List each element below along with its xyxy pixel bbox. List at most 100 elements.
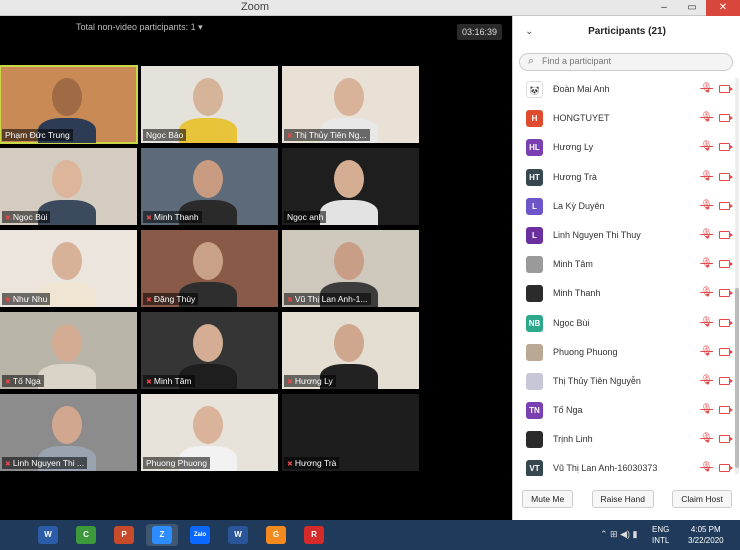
taskbar-app-icon[interactable]: W xyxy=(32,524,64,546)
participant-list-scrollbar[interactable] xyxy=(735,78,739,474)
participant-video-face xyxy=(334,324,364,362)
participants-header: ⌄ Participants (21) xyxy=(513,16,740,48)
windows-taskbar: W C P Z Zalo W G R ⌃ ⊞ ◀) ▮ ENG INTL 4:05 PM 3/… xyxy=(0,520,740,550)
participant-row[interactable]: NB Ngọc Bùi 🎙 xyxy=(513,310,735,339)
participant-row[interactable]: Phuong Phuong 🎙 xyxy=(513,339,735,368)
video-tile[interactable]: Ngọc anh xyxy=(282,148,419,225)
video-off-icon[interactable] xyxy=(719,376,733,385)
video-tile[interactable]: ✖ Hương Trà xyxy=(282,394,419,471)
muted-mic-icon[interactable]: 🎙 xyxy=(700,375,713,386)
muted-mic-icon[interactable]: 🎙 xyxy=(700,462,713,473)
taskbar-app-icon[interactable]: Z xyxy=(146,524,178,546)
video-tile[interactable]: ✖ Tố Nga xyxy=(0,312,137,389)
minimize-button[interactable]: – xyxy=(650,0,678,16)
video-tile[interactable]: Phuong Phuong xyxy=(141,394,278,471)
muted-mic-icon[interactable]: 🎙 xyxy=(700,258,713,269)
participant-row[interactable]: H HONGTUYET 🎙 xyxy=(513,105,735,134)
video-off-icon[interactable] xyxy=(719,201,733,210)
taskbar-app-icon[interactable]: C xyxy=(70,524,102,546)
muted-mic-icon[interactable]: 🎙 xyxy=(700,83,713,94)
participant-row[interactable]: Minh Tâm 🎙 xyxy=(513,251,735,280)
claim-host-button[interactable]: Claim Host xyxy=(672,490,732,508)
video-tile-name-text: Minh Tâm xyxy=(153,376,192,386)
video-tile[interactable]: ✖ Ngọc Bùi xyxy=(0,148,137,225)
muted-mic-icon[interactable]: 🎙 xyxy=(700,200,713,211)
participant-avatar: 🐼 xyxy=(526,81,543,98)
video-tile-name-text: Ngọc Bùi xyxy=(12,212,48,222)
video-tile[interactable]: ✖ Đặng Thùy xyxy=(141,230,278,307)
language-indicator[interactable]: ENG INTL xyxy=(652,524,669,546)
participant-row[interactable]: Trịnh Linh 🎙 xyxy=(513,426,735,455)
participant-video-face xyxy=(52,160,82,198)
participant-search[interactable]: ⌕ xyxy=(519,53,733,71)
video-off-icon[interactable] xyxy=(719,435,733,444)
muted-mic-icon[interactable]: 🎙 xyxy=(700,433,713,444)
muted-mic-icon[interactable]: 🎙 xyxy=(700,112,713,123)
video-off-icon[interactable] xyxy=(719,318,733,327)
video-tile[interactable]: ✖ Linh Nguyen Thi ... xyxy=(0,394,137,471)
video-off-icon[interactable] xyxy=(719,85,733,93)
raise-hand-button[interactable]: Raise Hand xyxy=(591,490,654,508)
search-input[interactable] xyxy=(542,56,722,66)
mute-me-button[interactable]: Mute Me xyxy=(522,490,574,508)
taskbar-app-icon[interactable]: Zalo xyxy=(184,524,216,546)
participant-row[interactable]: Thị Thủy Tiên Nguyễn 🎙 xyxy=(513,368,735,397)
muted-mic-icon[interactable]: 🎙 xyxy=(700,171,713,182)
video-off-icon[interactable] xyxy=(719,114,733,123)
video-off-icon[interactable] xyxy=(719,143,733,152)
video-off-icon[interactable] xyxy=(719,230,733,239)
taskbar-app-icon[interactable]: P xyxy=(108,524,140,546)
tray-icons[interactable]: ⌃ ⊞ ◀) ▮ xyxy=(600,529,637,540)
video-tile-name-text: Thị Thủy Tiên Ng... xyxy=(294,130,367,140)
meeting-timer: 03:16:39 xyxy=(456,24,502,40)
participant-name: Ngọc Bùi xyxy=(553,317,590,328)
video-tile[interactable]: ✖ Thị Thủy Tiên Ng... xyxy=(282,66,419,143)
muted-mic-icon[interactable]: 🎙 xyxy=(700,404,713,415)
video-off-icon[interactable] xyxy=(719,347,733,356)
participant-video-body xyxy=(320,200,378,225)
video-tile[interactable]: ✖ Minh Thanh xyxy=(141,148,278,225)
lang-bottom: INTL xyxy=(652,536,670,545)
participant-row[interactable]: L La Kỳ Duyên 🎙 xyxy=(513,193,735,222)
video-off-icon[interactable] xyxy=(719,406,733,415)
muted-mic-icon[interactable]: 🎙 xyxy=(700,229,713,240)
participant-row[interactable]: HL Hương Ly 🎙 xyxy=(513,134,735,163)
video-tile[interactable]: ✖ Vũ Thị Lan Anh-1... xyxy=(282,230,419,307)
muted-mic-icon[interactable]: 🎙 xyxy=(700,346,713,357)
video-off-icon[interactable] xyxy=(719,464,733,473)
participant-avatar xyxy=(526,431,543,449)
video-tile[interactable]: ✖ Như Nhu xyxy=(0,230,137,307)
video-off-icon[interactable] xyxy=(719,260,733,269)
clock[interactable]: 4:05 PM 3/22/2020 xyxy=(688,524,724,546)
taskbar-app-icon[interactable]: R xyxy=(298,524,330,546)
video-tile[interactable]: Ngọc Bảo xyxy=(141,66,278,143)
muted-mic-icon[interactable]: 🎙 xyxy=(700,141,713,152)
app-icon: C xyxy=(76,526,96,544)
video-off-icon[interactable] xyxy=(719,289,733,298)
video-off-icon[interactable] xyxy=(719,172,733,181)
participant-video-face xyxy=(52,78,82,116)
muted-mic-icon[interactable]: 🎙 xyxy=(700,317,713,328)
video-tile-name-text: Linh Nguyen Thi ... xyxy=(12,458,85,468)
close-button[interactable]: ✕ xyxy=(706,0,740,16)
participant-row[interactable]: TN Tố Nga 🎙 xyxy=(513,397,735,426)
participant-row[interactable]: HT Hương Trà 🎙 xyxy=(513,164,735,193)
muted-mic-icon[interactable]: 🎙 xyxy=(700,287,713,298)
video-tile[interactable]: ✖ Minh Tâm xyxy=(141,312,278,389)
participant-row[interactable]: Minh Thanh 🎙 xyxy=(513,280,735,309)
maximize-button[interactable]: ▭ xyxy=(678,0,706,16)
participant-video-face xyxy=(334,242,364,280)
taskbar-app-icon[interactable]: G xyxy=(260,524,292,546)
non-video-participants-dropdown[interactable]: Total non-video participants: 1 ▾ xyxy=(76,22,203,33)
participant-row[interactable]: 🐼 Đoàn Mai Anh 🎙 xyxy=(513,76,735,105)
scrollbar-thumb[interactable] xyxy=(735,288,739,468)
app-icon: P xyxy=(114,526,134,544)
taskbar-app-icon[interactable]: W xyxy=(222,524,254,546)
muted-mic-icon: ✖ xyxy=(287,133,293,140)
video-tile[interactable]: Phạm Đức Trung xyxy=(0,65,138,144)
video-tile[interactable]: ✖ Hương Ly xyxy=(282,312,419,389)
participants-footer: Mute Me Raise Hand Claim Host xyxy=(513,490,740,508)
participant-row[interactable]: L Linh Nguyen Thi Thuy 🎙 xyxy=(513,222,735,251)
start-button[interactable] xyxy=(0,524,32,546)
participant-row[interactable]: VT Vũ Thị Lan Anh-16030373 🎙 xyxy=(513,455,735,476)
